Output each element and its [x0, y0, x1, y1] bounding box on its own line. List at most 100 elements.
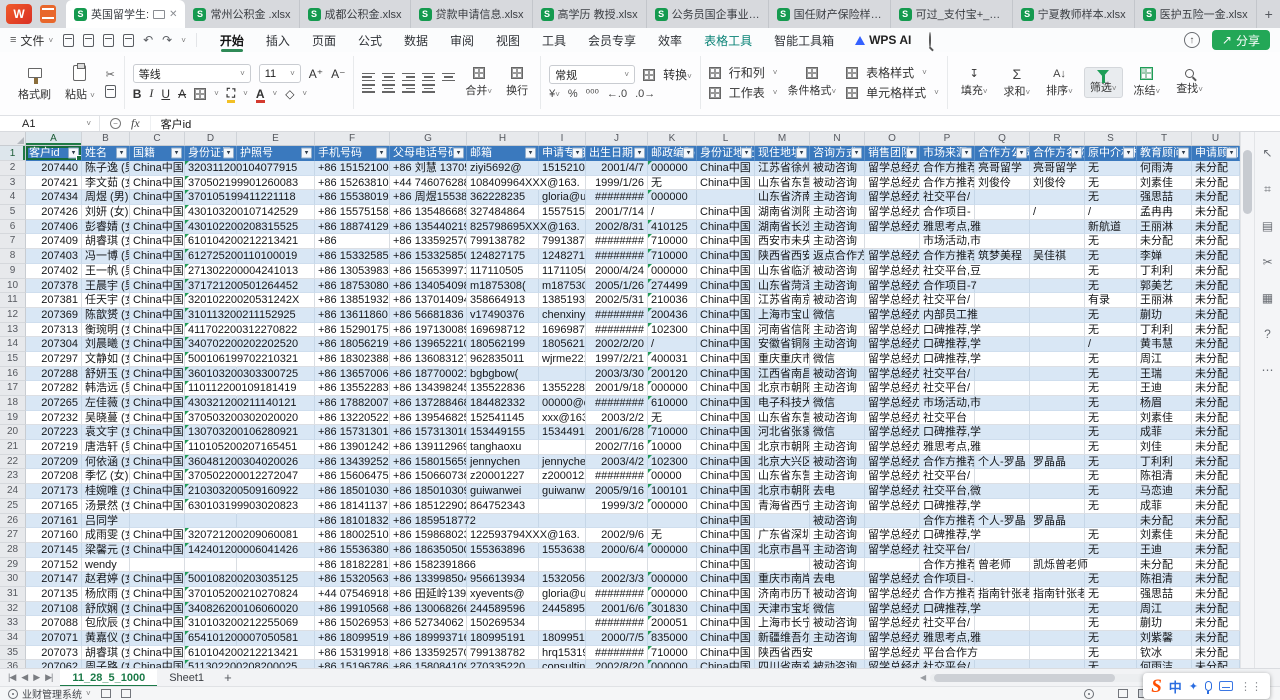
cell-H28[interactable]: 155363896	[467, 543, 539, 558]
file-menu[interactable]: ≡ 文件 ˅	[10, 32, 53, 49]
cell-O26[interactable]	[865, 514, 920, 529]
cell-O33[interactable]: 留学总经办	[865, 616, 920, 631]
cell-Q28[interactable]	[975, 543, 1030, 558]
cell-D30[interactable]: 500108200203035125	[185, 572, 237, 587]
cell-T21[interactable]: 刘佳	[1137, 440, 1192, 455]
cell-H22[interactable]: jennychen	[467, 455, 539, 470]
cell-L23[interactable]: China中国	[697, 469, 755, 484]
cell-K16[interactable]: 200120	[648, 367, 697, 382]
cell-J7[interactable]: ########	[586, 234, 648, 249]
cell-O22[interactable]: 留学总经办	[865, 455, 920, 470]
cell-P35[interactable]: 平台合作方	[920, 646, 975, 661]
cell-P34[interactable]: 雅思考点,雅	[920, 631, 975, 646]
row-number-26[interactable]: 26	[0, 514, 26, 529]
header-cell-L[interactable]: 身份证地址▾	[697, 146, 755, 161]
cell-L24[interactable]: China中国	[697, 484, 755, 499]
cell-Q30[interactable]	[975, 572, 1030, 587]
cell-B31[interactable]: 杨欣雨 (女	[82, 587, 130, 602]
cell-K11[interactable]: 210036	[648, 293, 697, 308]
cell-Q11[interactable]	[975, 293, 1030, 308]
cell-B24[interactable]: 桂婉唯 (女	[82, 484, 130, 499]
cell-F32[interactable]: +86 19910568	[315, 602, 390, 617]
cell-O10[interactable]: 留学总经办	[865, 279, 920, 294]
cell-D8[interactable]: 612725200110100019	[185, 249, 237, 264]
cell-O4[interactable]: 留学总经办	[865, 190, 920, 205]
close-tab-icon[interactable]: ✕	[169, 9, 177, 20]
menu-item-3[interactable]: 公式	[347, 28, 393, 52]
cell-G29[interactable]: +86 1582391866	[390, 558, 467, 573]
cell-P11[interactable]: 社交平台/	[920, 293, 975, 308]
cell-S31[interactable]: 无	[1085, 587, 1137, 602]
cell-H26[interactable]	[467, 514, 539, 529]
cell-P17[interactable]: 社交平台/	[920, 381, 975, 396]
cell-P4[interactable]: 社交平台/	[920, 190, 975, 205]
cell-G15[interactable]: +86 1360831276	[390, 352, 467, 367]
strikethrough-button[interactable]: A	[178, 87, 186, 101]
status-left-icon-2[interactable]	[121, 689, 131, 698]
column-header-F[interactable]: F	[315, 132, 390, 146]
cell-K15[interactable]: 400031	[648, 352, 697, 367]
cell-H17[interactable]: 135522836	[467, 381, 539, 396]
row-number-17[interactable]: 17	[0, 381, 26, 396]
customize-toolbar-icon[interactable]: ˅	[181, 36, 186, 45]
cell-I9[interactable]: 117110505	[539, 264, 586, 279]
cell-G8[interactable]: +86 1533258500	[390, 249, 467, 264]
cell-J12[interactable]: ########	[586, 308, 648, 323]
cell-U14[interactable]: 未分配	[1192, 337, 1240, 352]
align-left-icon[interactable]	[362, 84, 375, 93]
cell-D33[interactable]: 310103200212255069	[185, 616, 237, 631]
select-cursor-icon[interactable]: ↖	[1262, 146, 1272, 160]
cell-H6[interactable]: 825798695XXX@163.	[467, 220, 539, 235]
cell-S7[interactable]: 无	[1085, 234, 1137, 249]
row-number-16[interactable]: 16	[0, 367, 26, 382]
cell-H32[interactable]: 244589596	[467, 602, 539, 617]
cell-H4[interactable]: 362228235	[467, 190, 539, 205]
cell-R20[interactable]	[1030, 425, 1085, 440]
align-top-icon[interactable]	[362, 73, 375, 82]
font-name-select[interactable]: 等线˅	[133, 64, 251, 83]
cell-O34[interactable]: 留学总经办	[865, 631, 920, 646]
cell-P36[interactable]: 社交平台/	[920, 660, 975, 668]
cell-K7[interactable]: 710000	[648, 234, 697, 249]
cell-G22[interactable]: +86 1580156591	[390, 455, 467, 470]
cell-L14[interactable]: China中国	[697, 337, 755, 352]
share-button[interactable]: ↗ 分享	[1212, 30, 1270, 50]
cell-F35[interactable]: +86 15319918	[315, 646, 390, 661]
cell-T14[interactable]: 黄韦慧	[1137, 337, 1192, 352]
cell-B20[interactable]: 袁文宇 (女	[82, 425, 130, 440]
export-icon[interactable]	[83, 34, 94, 47]
cell-P22[interactable]: 合作方推荐	[920, 455, 975, 470]
ime-keyboard-icon[interactable]	[1219, 681, 1233, 691]
cell-L9[interactable]: China中国	[697, 264, 755, 279]
cell-F4[interactable]: +86 15538019	[315, 190, 390, 205]
cell-L12[interactable]: China中国	[697, 308, 755, 323]
cell-T35[interactable]: 钦冰	[1137, 646, 1192, 661]
cell-K9[interactable]: 000000	[648, 264, 697, 279]
cell-Q33[interactable]	[975, 616, 1030, 631]
cell-C19[interactable]: China中国	[130, 411, 185, 426]
cell-H19[interactable]: 152541145	[467, 411, 539, 426]
cell-T6[interactable]: 王丽淋	[1137, 220, 1192, 235]
cell-R22[interactable]: 罗晶晶	[1030, 455, 1085, 470]
cell-U19[interactable]: 未分配	[1192, 411, 1240, 426]
cell-C11[interactable]: China中国	[130, 293, 185, 308]
cell-A30[interactable]: 207147	[26, 572, 82, 587]
cell-I30[interactable]: 153205639	[539, 572, 586, 587]
cell-C29[interactable]	[130, 558, 185, 573]
cell-G25[interactable]: +86 1851229020	[390, 499, 467, 514]
document-tab-5[interactable]: S公务员国企事业单位	[647, 0, 769, 28]
cell-D19[interactable]: 370503200302020020	[185, 411, 237, 426]
cell-Q16[interactable]	[975, 367, 1030, 382]
header-cell-D[interactable]: 身份证号▾	[185, 146, 237, 161]
cell-K17[interactable]: 000000	[648, 381, 697, 396]
cell-N26[interactable]: 被动咨询	[810, 514, 865, 529]
cell-L8[interactable]: China中国	[697, 249, 755, 264]
cell-H35[interactable]: 799138782	[467, 646, 539, 661]
cell-S21[interactable]: 无	[1085, 440, 1137, 455]
cell-B23[interactable]: 季忆 (女)	[82, 469, 130, 484]
cell-I8[interactable]: 124827175	[539, 249, 586, 264]
clipboard-panel-icon[interactable]: ▤	[1262, 219, 1273, 233]
cell-U23[interactable]: 未分配	[1192, 469, 1240, 484]
cell-D10[interactable]: 371721200501264452	[185, 279, 237, 294]
row-number-2[interactable]: 2	[0, 161, 26, 176]
